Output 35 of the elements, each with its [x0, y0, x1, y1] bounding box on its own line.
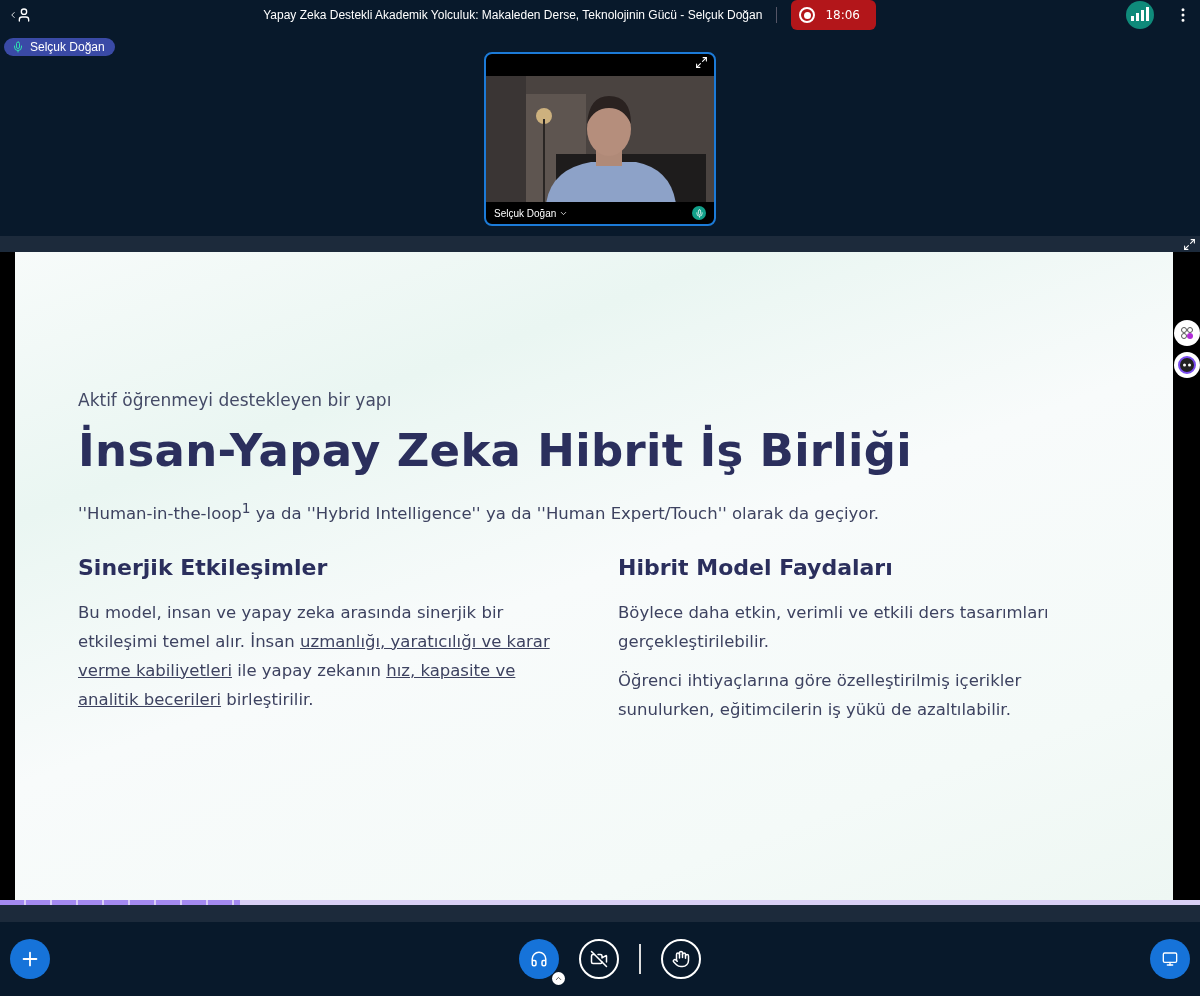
- monitor-icon: [1162, 951, 1178, 967]
- paragraph: Bu model, insan ve yapay zeka arasında sinerjik bir etkileşimi temel alır. İnsan uzmanlığı, yaratıcılığı ve karar verme kabiliyetleri ile yapay zekanın hız, kapasite ve analitik becerileri birleştirilir.: [78, 601, 551, 711]
- fullscreen-icon[interactable]: [1183, 238, 1196, 251]
- apps-icon[interactable]: [1174, 320, 1200, 346]
- back-icon[interactable]: [8, 10, 18, 20]
- slide-subtitle: ''Human-in-the-loop$^{1}$ ya da ''Hybrid Intelligence'' ya da ''Human Expert/Touch'' olarak da geçiyor.: [78, 499, 880, 523]
- paragraph: Böylece daha etkin, verimli ve etkili ders tasarımları gerçekleştirilebilir.: [618, 601, 1050, 653]
- presenter-name: Selçuk Doğan: [30, 40, 105, 54]
- record-icon: [799, 7, 816, 23]
- raise-hand-button[interactable]: [661, 939, 701, 979]
- camera-off-button[interactable]: [579, 939, 619, 979]
- camera-off-icon: [590, 950, 608, 968]
- robot-icon[interactable]: [1174, 352, 1200, 378]
- presenter-badge[interactable]: Selçuk Doğan: [4, 38, 115, 56]
- person-icon[interactable]: [16, 7, 32, 23]
- slide-kicker: Aktif öğrenmeyi destekleyen bir yapı: [78, 390, 393, 410]
- add-button[interactable]: [10, 939, 50, 979]
- fullscreen-icon[interactable]: [695, 56, 708, 69]
- signal-icon[interactable]: [1126, 1, 1154, 29]
- recording-indicator[interactable]: 18:06: [791, 0, 876, 30]
- meeting-title: Yapay Zeka Destekli Akademik Yolculuk: Makaleden Derse, Teknolojinin Gücü - Selçuk Doğan: [263, 8, 763, 22]
- column-heading: Sinerjik Etkileşimler: [78, 554, 329, 580]
- paragraph: Öğrenci ihtiyaçlarına göre özelleştirilmiş içerikler sunulurken, eğitimcilerin iş yükü de azaltılabilir.: [618, 669, 1023, 721]
- slide-title: İnsan-Yapay Zeka Hibrit İş Birliği: [78, 424, 914, 477]
- hand-icon: [672, 950, 690, 968]
- microphone-icon: [692, 206, 706, 220]
- headphones-icon: [530, 950, 548, 968]
- audio-button[interactable]: [519, 939, 559, 979]
- microphone-icon: [12, 41, 24, 53]
- participant-name: Selçuk Doğan: [494, 207, 557, 219]
- recording-time: 18:06: [825, 8, 860, 22]
- screen-share-button[interactable]: [1150, 939, 1190, 979]
- chevron-up-icon[interactable]: [552, 972, 565, 985]
- column-heading: Hibrit Model Faydaları: [618, 554, 894, 580]
- video-tile[interactable]: Selçuk Doğan: [484, 52, 716, 226]
